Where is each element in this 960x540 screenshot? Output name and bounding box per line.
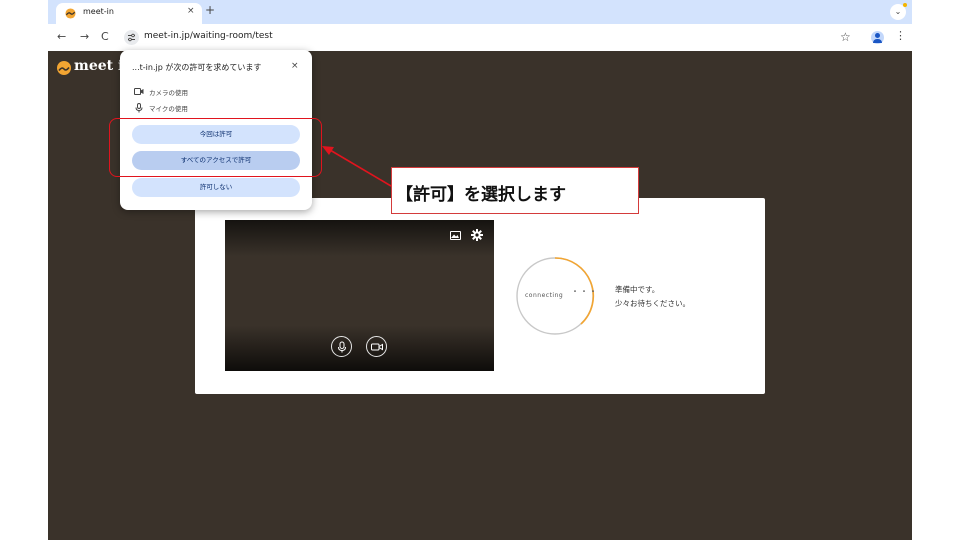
- annotation-callout: 【許可】を選択します: [391, 167, 639, 214]
- annotation-arrow-icon: [322, 146, 392, 187]
- annotation-callout-text: 【許可】を選択します: [396, 185, 566, 205]
